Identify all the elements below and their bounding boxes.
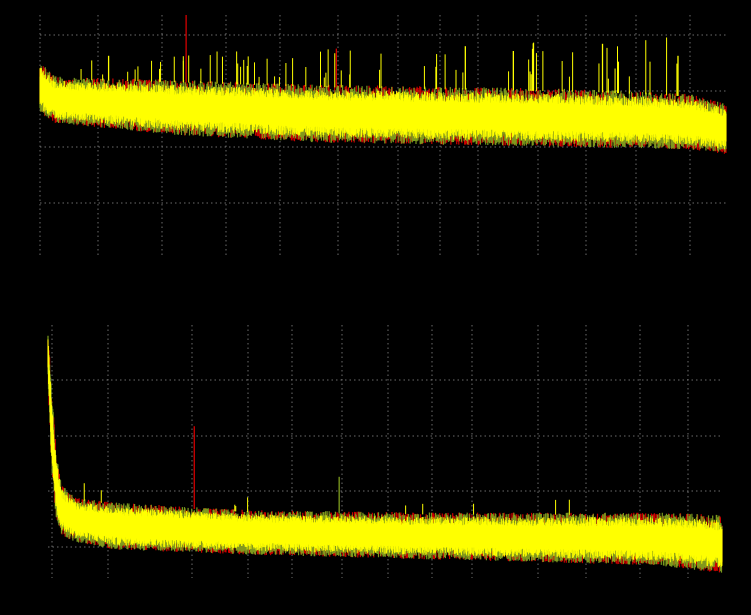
top-plot-panel [39, 15, 727, 255]
bottom-plot-panel [47, 325, 723, 578]
figure-svg [39, 15, 727, 578]
figure [0, 0, 751, 615]
series-trace [47, 339, 723, 568]
spike-group [83, 426, 570, 515]
